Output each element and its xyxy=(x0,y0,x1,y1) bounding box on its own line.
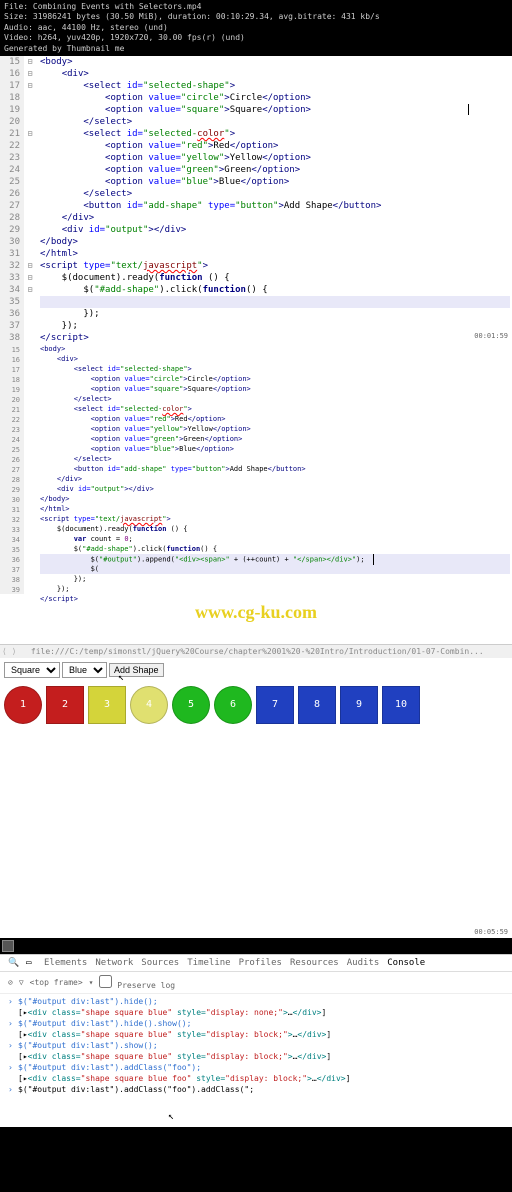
tab-console[interactable]: Console xyxy=(387,958,425,968)
shape-item: 6 xyxy=(214,686,252,724)
video-metadata: File: Combining Events with Selectors.mp… xyxy=(0,0,512,56)
tab-sources[interactable]: Sources xyxy=(141,958,179,968)
shape-item: 1 xyxy=(4,686,42,724)
text-cursor xyxy=(373,554,374,565)
console-cmd: $("#output div:last").hide().show(); xyxy=(18,1018,504,1029)
video-video: Video: h264, yuv420p, 1920x720, 30.00 fp… xyxy=(4,33,508,43)
shape-item: 9 xyxy=(340,686,378,724)
devtools-panel: 🔍 ▭ Elements Network Sources Timeline Pr… xyxy=(0,954,512,1127)
console-out: [▸<div class="shape square blue" style="… xyxy=(18,1051,504,1062)
tab-audits[interactable]: Audits xyxy=(347,958,380,968)
console-out: [▸<div class="shape square blue foo" sty… xyxy=(18,1073,504,1084)
chevron-down-icon[interactable]: ▾ xyxy=(89,978,94,987)
shape-item: 4 xyxy=(130,686,168,724)
watermark: www.cg-ku.com xyxy=(195,602,317,623)
shapes-output: 1 2 3 4 5 6 7 8 9 10 xyxy=(4,686,508,724)
console-input[interactable]: $("#output div:last").addClass("foo").ad… xyxy=(18,1084,504,1095)
tab-network[interactable]: Network xyxy=(95,958,133,968)
taskbar[interactable] xyxy=(0,938,512,954)
video-gen: Generated by Thumbnail me xyxy=(4,44,508,54)
shape-item: 8 xyxy=(298,686,336,724)
device-icon[interactable]: ▭ xyxy=(26,958,36,968)
shape-item: 2 xyxy=(46,686,84,724)
preserve-log-checkbox[interactable]: Preserve log xyxy=(99,975,175,990)
shape-item: 10 xyxy=(382,686,420,724)
tab-elements[interactable]: Elements xyxy=(44,958,87,968)
video-file: File: Combining Events with Selectors.mp… xyxy=(4,2,508,12)
tab-resources[interactable]: Resources xyxy=(290,958,339,968)
fold-column[interactable]: ⊟⊟⊟⊟⊟⊟⊟ xyxy=(24,56,36,344)
video-size: Size: 31986241 bytes (30.50 MiB), durati… xyxy=(4,12,508,22)
mouse-cursor-icon: ↖ xyxy=(168,1111,174,1122)
timestamp-2: 00:05:59 xyxy=(474,928,508,936)
browser-preview: Square Blue Add Shape ↖ 1 2 3 4 5 6 7 8 … xyxy=(0,658,512,938)
shape-item: 3 xyxy=(88,686,126,724)
code-content[interactable]: <body> <div> <select id="selected-shape"… xyxy=(38,344,512,604)
color-select[interactable]: Blue xyxy=(62,662,107,678)
shape-item: 5 xyxy=(172,686,210,724)
add-shape-button[interactable]: Add Shape xyxy=(109,663,164,677)
taskbar-thumb[interactable] xyxy=(2,940,14,952)
browser-address-bar[interactable]: ⟨ ⟩ file:///C:/temp/simonstl/jQuery%20Co… xyxy=(0,644,512,658)
console-cmd: $("#output div:last").addClass("foo"); xyxy=(18,1062,504,1073)
tab-profiles[interactable]: Profiles xyxy=(239,958,282,968)
text-cursor xyxy=(468,104,469,115)
code-content[interactable]: <body> <div> <select id="selected-shape"… xyxy=(38,56,512,344)
console-output[interactable]: ›$("#output div:last").hide(); [▸<div cl… xyxy=(0,994,512,1127)
url-text: file:///C:/temp/simonstl/jQuery%20Course… xyxy=(31,647,484,656)
line-gutter: 1516171819202122232425262728293031323334… xyxy=(0,344,24,594)
shape-select[interactable]: Square xyxy=(4,662,60,678)
console-out: [▸<div class="shape square blue" style="… xyxy=(18,1007,504,1018)
shape-item: 7 xyxy=(256,686,294,724)
console-cmd: $("#output div:last").show(); xyxy=(18,1040,504,1051)
video-audio: Audio: aac, 44100 Hz, stereo (und) xyxy=(4,23,508,33)
clear-console-icon[interactable]: ⊘ xyxy=(8,978,13,987)
frame-select[interactable]: <top frame> xyxy=(30,978,83,987)
devtools-tabs: 🔍 ▭ Elements Network Sources Timeline Pr… xyxy=(0,955,512,972)
console-out: [▸<div class="shape square blue" style="… xyxy=(18,1029,504,1040)
search-icon[interactable]: 🔍 xyxy=(8,958,18,968)
code-editor-1[interactable]: 1516171819202122232425262728293031323334… xyxy=(0,56,512,344)
filter-icon[interactable]: ▽ xyxy=(19,978,24,987)
devtools-toolbar: ⊘ ▽ <top frame> ▾ Preserve log xyxy=(0,972,512,994)
footer-blank xyxy=(0,1127,512,1187)
code-editor-2[interactable]: 1516171819202122232425262728293031323334… xyxy=(0,344,512,644)
timestamp-1: 00:01:59 xyxy=(474,332,508,340)
tab-timeline[interactable]: Timeline xyxy=(187,958,230,968)
line-gutter: 1516171819202122232425262728293031323334… xyxy=(0,56,24,344)
console-cmd: $("#output div:last").hide(); xyxy=(18,996,504,1007)
